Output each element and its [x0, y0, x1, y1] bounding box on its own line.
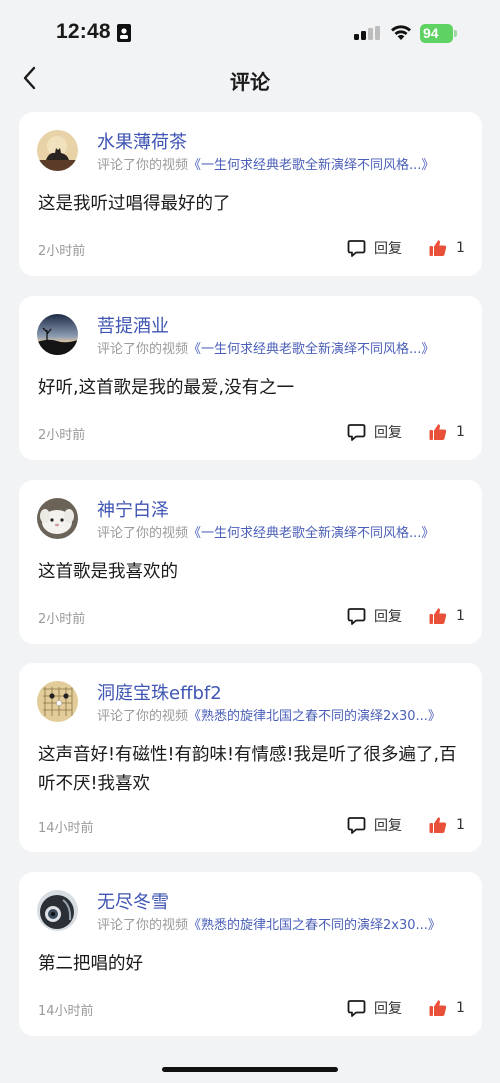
nav-bar: 评论	[0, 58, 500, 98]
home-indicator[interactable]	[162, 1067, 338, 1072]
like-button[interactable]: 1	[429, 814, 465, 836]
reply-label: 回复	[374, 609, 402, 625]
thumbs-up-icon	[429, 817, 447, 833]
thumbs-up-icon	[429, 240, 447, 256]
timestamp: 2小时前	[38, 612, 86, 627]
comment-card: 洞庭宝珠effbf2 评论了你的视频《熟悉的旋律北国之春不同的演绎2x30...…	[19, 663, 482, 852]
username[interactable]: 洞庭宝珠effbf2	[97, 679, 222, 705]
cat-avatar-icon[interactable]	[37, 130, 78, 171]
username[interactable]: 菩提酒业	[97, 312, 169, 338]
comment-card: 菩提酒业 评论了你的视频《一生何求经典老歌全新演绎不同风格...》 好听,这首歌…	[19, 296, 482, 460]
thumbs-up-icon	[429, 608, 447, 624]
wifi-icon	[391, 25, 411, 40]
timestamp: 14小时前	[38, 821, 94, 836]
username[interactable]: 神宁白泽	[97, 496, 169, 522]
comment-text: 这是我听过唱得最好的了	[38, 194, 231, 214]
comment-source: 评论了你的视频《熟悉的旋律北国之春不同的演绎2x30...》	[97, 914, 441, 933]
chat-bubble-icon	[347, 999, 366, 1017]
chat-bubble-icon	[347, 423, 366, 441]
battery-level: 94	[423, 25, 439, 41]
thumbs-up-icon	[429, 1000, 447, 1016]
comment-card: 无尽冬雪 评论了你的视频《熟悉的旋律北国之春不同的演绎2x30...》 第二把唱…	[19, 872, 482, 1036]
reply-label: 回复	[374, 1001, 402, 1017]
thumbs-up-icon	[429, 424, 447, 440]
comment-source: 评论了你的视频《一生何求经典老歌全新演绎不同风格...》	[97, 154, 434, 173]
comment-text: 好听,这首歌是我的最爱,没有之一	[38, 378, 295, 398]
reply-label: 回复	[374, 818, 402, 834]
sunset-avatar-icon[interactable]	[37, 314, 78, 355]
comment-source: 评论了你的视频《熟悉的旋律北国之春不同的演绎2x30...》	[97, 705, 441, 724]
reply-button[interactable]: 回复	[347, 997, 402, 1019]
comment-source: 评论了你的视频《一生何求经典老歌全新演绎不同风格...》	[97, 338, 434, 357]
like-count: 1	[456, 1000, 465, 1016]
comment-card: 神宁白泽 评论了你的视频《一生何求经典老歌全新演绎不同风格...》 这首歌是我喜…	[19, 480, 482, 644]
id-card-icon	[117, 24, 131, 42]
action-text: 评论了你的视频	[97, 709, 189, 724]
timestamp: 2小时前	[38, 244, 86, 259]
action-text: 评论了你的视频	[97, 342, 189, 357]
like-button[interactable]: 1	[429, 605, 465, 627]
username[interactable]: 无尽冬雪	[97, 888, 169, 914]
action-text: 评论了你的视频	[97, 526, 189, 541]
like-count: 1	[456, 240, 465, 256]
comment-text: 第二把唱的好	[38, 954, 143, 974]
comment-card: 水果薄荷茶 评论了你的视频《一生何求经典老歌全新演绎不同风格...》 这是我听过…	[19, 112, 482, 276]
chat-bubble-icon	[347, 816, 366, 834]
portrait-avatar-icon[interactable]	[37, 890, 78, 931]
video-link[interactable]: 《熟悉的旋律北国之春不同的演绎2x30...》	[188, 709, 441, 724]
signal-icon	[354, 26, 380, 40]
video-link[interactable]: 《一生何求经典老歌全新演绎不同风格...》	[188, 526, 434, 541]
white-creature-avatar-icon[interactable]	[37, 498, 78, 539]
timestamp: 14小时前	[38, 1004, 94, 1019]
like-button[interactable]: 1	[429, 237, 465, 259]
status-bar: 12:48 94	[0, 0, 500, 60]
video-link[interactable]: 《熟悉的旋律北国之春不同的演绎2x30...》	[188, 918, 441, 933]
action-text: 评论了你的视频	[97, 158, 189, 173]
like-button[interactable]: 1	[429, 997, 465, 1019]
battery-icon: 94	[420, 24, 457, 43]
video-link[interactable]: 《一生何求经典老歌全新演绎不同风格...》	[188, 158, 434, 173]
comment-text: 这首歌是我喜欢的	[38, 562, 178, 582]
reply-button[interactable]: 回复	[347, 421, 402, 443]
video-link[interactable]: 《一生何求经典老歌全新演绎不同风格...》	[188, 342, 434, 357]
comment-text: 这声音好!有磁性!有韵味!有情感!我是听了很多遍了,百听不厌!我喜欢	[38, 745, 457, 794]
like-count: 1	[456, 608, 465, 624]
status-time: 12:48	[56, 20, 111, 43]
like-count: 1	[456, 817, 465, 833]
reply-button[interactable]: 回复	[347, 814, 402, 836]
reply-label: 回复	[374, 241, 402, 257]
timestamp: 2小时前	[38, 428, 86, 443]
page-title: 评论	[230, 70, 270, 94]
action-text: 评论了你的视频	[97, 918, 189, 933]
go-board-avatar-icon[interactable]	[37, 681, 78, 722]
comment-source: 评论了你的视频《一生何求经典老歌全新演绎不同风格...》	[97, 522, 434, 541]
like-count: 1	[456, 424, 465, 440]
chat-bubble-icon	[347, 607, 366, 625]
like-button[interactable]: 1	[429, 421, 465, 443]
reply-label: 回复	[374, 425, 402, 441]
reply-button[interactable]: 回复	[347, 237, 402, 259]
reply-button[interactable]: 回复	[347, 605, 402, 627]
username[interactable]: 水果薄荷茶	[97, 128, 187, 154]
chat-bubble-icon	[347, 239, 366, 257]
